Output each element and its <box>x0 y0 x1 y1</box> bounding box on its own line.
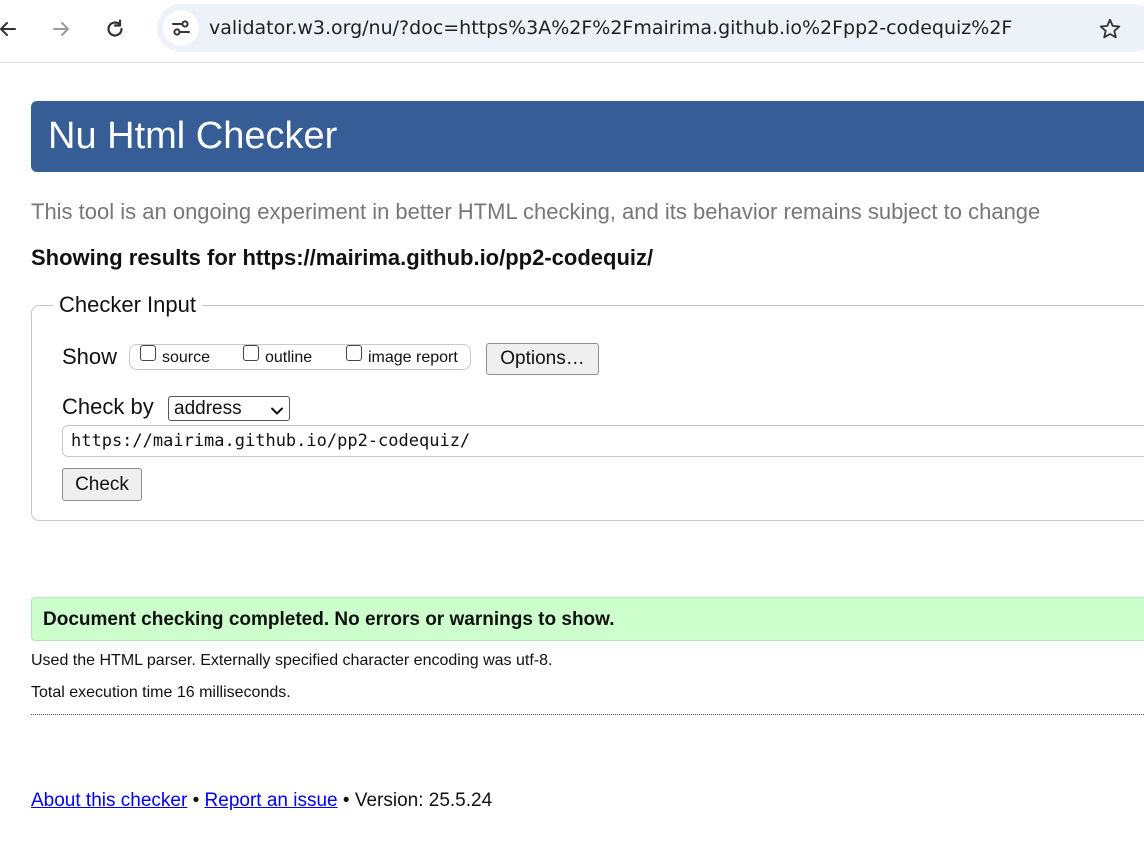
divider <box>31 714 1144 715</box>
check-by-select[interactable]: address <box>168 396 290 421</box>
site-settings-icon[interactable] <box>163 10 199 46</box>
results-for-heading: Showing results for https://mairima.gith… <box>31 245 654 270</box>
check-button[interactable]: Check <box>62 468 142 501</box>
checker-input-fieldset: Checker Input Show source outline image … <box>31 292 1144 521</box>
star-icon[interactable] <box>1097 16 1123 42</box>
checkbox-label: outline <box>265 349 313 366</box>
forward-arrow-icon[interactable] <box>45 13 77 45</box>
report-issue-link[interactable]: Report an issue <box>205 790 338 811</box>
intro-text: This tool is an ongoing experiment in be… <box>31 199 1041 224</box>
page-title: Nu Html Checker <box>48 115 338 157</box>
page-header: Nu Html Checker <box>31 101 1144 172</box>
checkbox-label: source <box>162 349 211 366</box>
footer-separator: • <box>342 790 350 811</box>
outline-checkbox[interactable]: outline <box>243 345 313 366</box>
image-report-checkbox[interactable]: image report <box>346 345 458 366</box>
back-arrow-icon[interactable] <box>0 13 24 45</box>
checkbox-box[interactable] <box>346 345 362 361</box>
checkbox-box[interactable] <box>140 345 156 361</box>
version-text: Version: 25.5.24 <box>354 790 493 811</box>
footer-separator: • <box>192 790 200 811</box>
success-message-box: Document checking completed. No errors o… <box>31 597 1144 641</box>
url-text[interactable]: validator.w3.org/nu/?doc=https%3A%2F%2Fm… <box>209 17 1012 39</box>
address-bar[interactable]: validator.w3.org/nu/?doc=https%3A%2F%2Fm… <box>157 4 1144 52</box>
check-by-value: address <box>174 397 242 419</box>
about-checker-link[interactable]: About this checker <box>31 790 187 811</box>
checker-input-legend: Checker Input <box>53 292 202 318</box>
reload-icon[interactable] <box>99 13 131 45</box>
parser-info: Used the HTML parser. Externally specifi… <box>31 652 553 669</box>
source-checkbox[interactable]: source <box>140 345 211 366</box>
check-by-label: Check by <box>62 394 154 419</box>
success-message: Document checking completed. No errors o… <box>43 609 615 630</box>
checkbox-box[interactable] <box>243 345 259 361</box>
show-label: Show <box>62 344 118 369</box>
url-input[interactable]: https://mairima.github.io/pp2-codequiz/ <box>62 425 1144 457</box>
chevron-down-icon <box>270 402 284 424</box>
show-options-group: source outline image report <box>129 344 471 370</box>
footer: About this checker • Report an issue • V… <box>31 790 492 812</box>
options-button[interactable]: Options… <box>486 343 599 375</box>
checkbox-label: image report <box>368 349 458 366</box>
browser-toolbar: validator.w3.org/nu/?doc=https%3A%2F%2Fm… <box>0 0 1144 63</box>
execution-time: Total execution time 16 milliseconds. <box>31 684 291 701</box>
